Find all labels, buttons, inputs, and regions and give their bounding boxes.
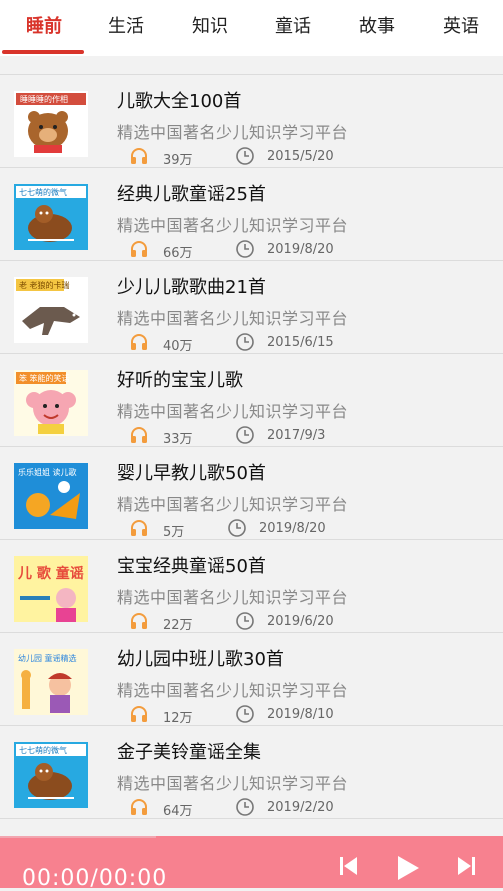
- category-tab-bar: 睡前 生活 知识 童话 故事 英语: [0, 0, 503, 56]
- clock-icon: [235, 704, 255, 728]
- headphones-icon: [129, 332, 149, 356]
- publish-date: 2019/6/20: [267, 614, 334, 629]
- album-cover-image: 笨 笨能的笑话: [14, 370, 88, 436]
- album-cover-image: 乐乐姐姐 读儿歌: [14, 463, 88, 529]
- publish-date: 2015/6/15: [267, 335, 334, 350]
- clock-icon: [235, 146, 255, 170]
- clock-icon: [235, 332, 255, 356]
- album-title: 儿歌大全100首: [117, 91, 242, 112]
- cover-text: 七七萌的微气: [19, 745, 67, 755]
- list-item[interactable]: 七七萌的微气 经典儿歌童谣25首 精选中国著名少儿知识学习平台 66万 2019…: [0, 168, 503, 261]
- audio-player-bar: 00:00/00:00: [0, 836, 503, 891]
- album-subtitle: 精选中国著名少儿知识学习平台: [117, 588, 349, 607]
- list-item[interactable]: 儿 歌 童谣 宝宝经典童谣50首 精选中国著名少儿知识学习平台 22万 2019…: [0, 540, 503, 633]
- play-count: 22万: [163, 618, 193, 633]
- album-list: 睡睡睡的作相 儿歌大全100首 精选中国著名少儿知识学习平台 39万 2015/…: [0, 75, 503, 819]
- clock-icon: [235, 611, 255, 635]
- album-title: 好听的宝宝儿歌: [117, 370, 243, 391]
- album-cover-image: 老 老狼的卡瑞: [14, 277, 88, 343]
- clock-icon: [235, 425, 255, 449]
- headphones-icon: [129, 425, 149, 449]
- album-title: 经典儿歌童谣25首: [117, 184, 266, 205]
- album-meta: 66万 2019/8/20: [117, 238, 417, 263]
- tab-english[interactable]: 英语: [419, 0, 503, 56]
- progress-track[interactable]: [0, 836, 156, 838]
- cover-text: 儿 歌 童谣: [17, 565, 84, 582]
- album-title: 婴儿早教儿歌50首: [117, 463, 266, 484]
- album-meta: 64万 2019/2/20: [117, 796, 417, 821]
- album-subtitle: 精选中国著名少儿知识学习平台: [117, 774, 349, 793]
- headphones-icon: [129, 797, 149, 821]
- skip-previous-icon[interactable]: [336, 854, 360, 882]
- play-count: 39万: [163, 153, 193, 168]
- publish-date: 2017/9/3: [267, 428, 326, 443]
- clock-icon: [235, 797, 255, 821]
- album-cover-image: 七七萌的微气: [14, 742, 88, 808]
- active-tab-indicator: [2, 50, 84, 54]
- tab-story[interactable]: 故事: [335, 0, 419, 56]
- list-item[interactable]: 幼儿园 童谣精选 幼儿园中班儿歌30首 精选中国著名少儿知识学习平台 12万 2…: [0, 633, 503, 726]
- tab-fairy-tale[interactable]: 童话: [251, 0, 335, 56]
- tab-knowledge[interactable]: 知识: [168, 0, 252, 56]
- album-meta: 22万 2019/6/20: [117, 610, 417, 635]
- album-subtitle: 精选中国著名少儿知识学习平台: [117, 216, 349, 235]
- album-title: 金子美铃童谣全集: [117, 742, 261, 763]
- skip-next-icon[interactable]: [455, 854, 479, 882]
- headphones-icon: [129, 704, 149, 728]
- album-subtitle: 精选中国著名少儿知识学习平台: [117, 402, 349, 421]
- publish-date: 2019/8/10: [267, 707, 334, 722]
- album-subtitle: 精选中国著名少儿知识学习平台: [117, 681, 349, 700]
- album-subtitle: 精选中国著名少儿知识学习平台: [117, 123, 349, 142]
- album-meta: 33万 2017/9/3: [117, 424, 417, 449]
- cover-text: 七七萌的微气: [19, 187, 67, 197]
- cover-text: 幼儿园 童谣精选: [18, 653, 77, 663]
- list-item[interactable]: 乐乐姐姐 读儿歌 婴儿早教儿歌50首 精选中国著名少儿知识学习平台 5万 201…: [0, 447, 503, 540]
- album-cover-image: 幼儿园 童谣精选: [14, 649, 88, 715]
- headphones-icon: [129, 611, 149, 635]
- clock-icon: [235, 239, 255, 263]
- cover-text: 笨 笨能的笑话: [19, 373, 70, 383]
- headphones-icon: [129, 239, 149, 263]
- headphones-icon: [129, 146, 149, 170]
- list-item[interactable]: 老 老狼的卡瑞 少儿儿歌歌曲21首 精选中国著名少儿知识学习平台 40万 201…: [0, 261, 503, 354]
- album-meta: 40万 2015/6/15: [117, 331, 417, 356]
- play-count: 64万: [163, 804, 193, 819]
- album-meta: 12万 2019/8/10: [117, 703, 417, 728]
- album-title: 少儿儿歌歌曲21首: [117, 277, 266, 298]
- cover-text: 乐乐姐姐 读儿歌: [18, 467, 77, 477]
- album-cover-image: 七七萌的微气: [14, 184, 88, 250]
- cover-text: 老 老狼的卡瑞: [19, 280, 70, 290]
- clock-icon: [227, 518, 247, 542]
- album-cover-image: 儿 歌 童谣: [14, 556, 88, 622]
- album-meta: 5万 2019/8/20: [117, 517, 417, 542]
- headphones-icon: [129, 518, 149, 542]
- tab-life[interactable]: 生活: [84, 0, 168, 56]
- publish-date: 2019/8/20: [259, 521, 326, 536]
- playback-time: 00:00/00:00: [22, 866, 168, 891]
- publish-date: 2015/5/20: [267, 149, 334, 164]
- cover-text: 睡睡睡的作相: [20, 94, 68, 104]
- album-subtitle: 精选中国著名少儿知识学习平台: [117, 309, 349, 328]
- album-title: 幼儿园中班儿歌30首: [117, 649, 284, 670]
- play-count: 5万: [163, 525, 185, 540]
- publish-date: 2019/2/20: [267, 800, 334, 815]
- play-count: 12万: [163, 711, 193, 726]
- play-count: 66万: [163, 246, 193, 261]
- album-cover-image: 睡睡睡的作相: [14, 91, 88, 157]
- tab-sleep[interactable]: 睡前: [2, 0, 86, 56]
- play-count: 33万: [163, 432, 193, 447]
- publish-date: 2019/8/20: [267, 242, 334, 257]
- album-title: 宝宝经典童谣50首: [117, 556, 266, 577]
- play-count: 40万: [163, 339, 193, 354]
- album-subtitle: 精选中国著名少儿知识学习平台: [117, 495, 349, 514]
- list-item[interactable]: 七七萌的微气 金子美铃童谣全集 精选中国著名少儿知识学习平台 64万 2019/…: [0, 726, 503, 819]
- play-icon[interactable]: [393, 854, 421, 886]
- list-item[interactable]: 睡睡睡的作相 儿歌大全100首 精选中国著名少儿知识学习平台 39万 2015/…: [0, 75, 503, 168]
- list-item[interactable]: 笨 笨能的笑话 好听的宝宝儿歌 精选中国著名少儿知识学习平台 33万 2017/…: [0, 354, 503, 447]
- album-meta: 39万 2015/5/20: [117, 145, 417, 170]
